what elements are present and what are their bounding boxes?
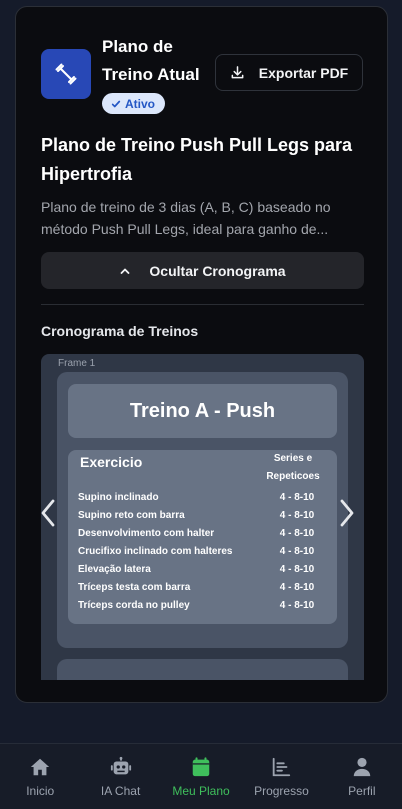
nav-item-progresso[interactable]: Progresso	[241, 744, 321, 809]
robot-icon	[110, 756, 131, 774]
table-row: Elevação latera 4 - 8-10	[78, 564, 330, 582]
nav-item-inicio[interactable]: Inicio	[0, 744, 80, 809]
section-title: Cronograma de Treinos	[41, 323, 199, 339]
table-row: Supino reto com barra 4 - 8-10	[78, 510, 330, 528]
nav-item-meu-plano[interactable]: Meu Plano	[161, 744, 241, 809]
table-row: Supino inclinado 4 - 8-10	[78, 492, 330, 510]
column-header-sets: Series e Repeticoes	[258, 450, 328, 486]
hide-schedule-button[interactable]: Ocultar Cronograma	[41, 252, 364, 289]
nav-item-label: Inicio	[26, 783, 55, 798]
table-row: Tríceps corda no pulley 4 - 8-10	[78, 600, 330, 618]
exercise-name: Desenvolvimento com halter	[78, 528, 215, 539]
exercise-reps: 4 - 8-10	[279, 546, 315, 557]
chevron-up-icon	[121, 268, 130, 274]
exercise-reps: 4 - 8-10	[279, 492, 315, 503]
column-header-sets-line1: Series e	[273, 453, 313, 464]
status-badge-label: Ativo	[125, 96, 155, 111]
exercise-reps: 4 - 8-10	[279, 528, 315, 539]
chart-icon	[273, 757, 291, 776]
nav-item-label: Perfil	[348, 783, 376, 798]
divider	[41, 304, 364, 305]
exercise-name: Supino reto com barra	[78, 510, 185, 521]
nav-item-label: Progresso	[254, 783, 309, 798]
plan-description: Plano de treino de 3 dias (A, B, C) base…	[41, 196, 356, 240]
hide-schedule-label: Ocultar Cronograma	[149, 262, 286, 279]
chevron-right-icon	[340, 499, 354, 527]
plan-title: Plano de Treino Atual	[102, 37, 200, 84]
bottom-nav: Inicio IA Chat Meu Plano Progresso Perfi…	[0, 743, 402, 809]
frame-label: Frame 1	[58, 358, 96, 369]
status-badge: Ativo	[102, 93, 165, 114]
plan-name: Plano de Treino Push Pull Legs para Hipe…	[41, 135, 353, 184]
table-row: Crucifixo inclinado com halteres 4 - 8-1…	[78, 546, 330, 564]
exercise-reps: 4 - 8-10	[279, 582, 315, 593]
exercise-name: Tríceps testa com barra	[78, 582, 191, 593]
nav-item-label: Meu Plano	[172, 783, 230, 798]
workout-card: Treino A - Push Exercicio Series e Repet…	[57, 372, 348, 648]
table-row: Desenvolvimento com halter 4 - 8-10	[78, 528, 330, 546]
nav-item-ia-chat[interactable]: IA Chat	[80, 744, 160, 809]
column-header-exercise: Exercicio	[80, 454, 143, 470]
exercise-name: Elevação latera	[78, 564, 151, 575]
plan-description-line2: método Push Pull Legs, ideal para ganho …	[41, 221, 329, 237]
calendar-icon	[192, 756, 210, 776]
chevron-left-icon	[41, 499, 55, 527]
exercise-reps: 4 - 8-10	[279, 510, 315, 521]
export-pdf-button[interactable]: Exportar PDF	[215, 54, 363, 91]
schedule-carousel[interactable]: Frame 1 Treino A - Push Exercicio Series…	[41, 354, 364, 680]
nav-item-label: IA Chat	[100, 783, 141, 798]
next-workout-card	[57, 659, 348, 680]
exercise-name: Crucifixo inclinado com halteres	[78, 546, 233, 557]
exercise-name: Supino inclinado	[78, 492, 159, 503]
exercise-name: Tríceps corda no pulley	[78, 600, 190, 611]
table-row: Tríceps testa com barra 4 - 8-10	[78, 582, 330, 600]
column-header-sets-line2: Repeticoes	[266, 471, 320, 482]
export-pdf-label: Exportar PDF	[258, 64, 349, 81]
carousel-next-button[interactable]	[337, 495, 357, 531]
carousel-prev-button[interactable]	[38, 495, 58, 531]
exercise-table: Exercicio Series e Repeticoes Supino inc…	[68, 450, 337, 624]
user-icon	[353, 757, 371, 776]
home-icon	[31, 758, 50, 775]
exercise-reps: 4 - 8-10	[279, 564, 315, 575]
workout-title: Treino A - Push	[68, 384, 337, 438]
exercise-reps: 4 - 8-10	[279, 600, 315, 611]
plan-card: Plano de Treino Atual Ativo Exportar PDF…	[15, 6, 388, 703]
nav-item-perfil[interactable]: Perfil	[322, 744, 402, 809]
check-icon	[111, 100, 121, 107]
plan-description-line1: Plano de treino de 3 dias (A, B, C) base…	[41, 199, 331, 215]
download-icon	[231, 66, 244, 79]
dumbbell-icon	[41, 49, 91, 99]
